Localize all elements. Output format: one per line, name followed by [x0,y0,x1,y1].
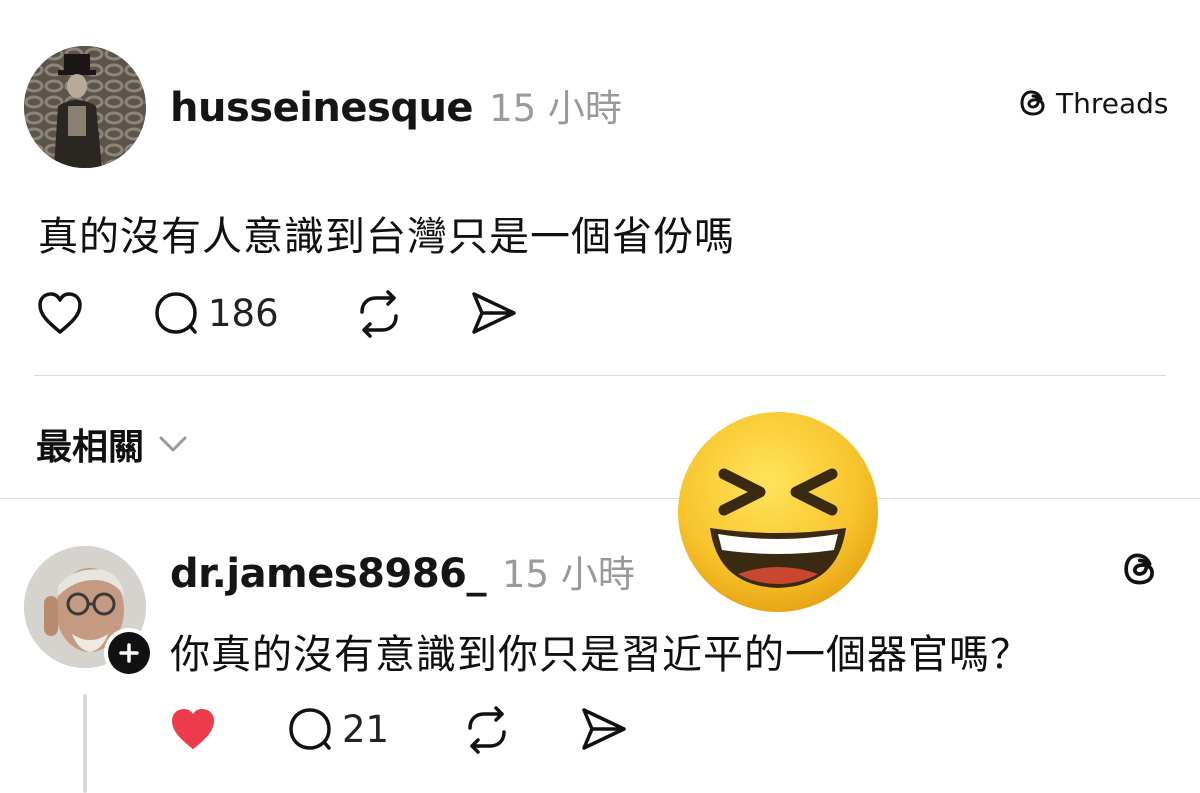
reply-text: 你真的沒有意識到你只是習近平的一個器官嗎？ [170,632,1031,678]
follow-button[interactable] [104,628,154,678]
comment-icon [286,706,334,752]
thread-line [83,694,87,793]
post-text: 真的沒有人意識到台灣只是一個省份嗎 [38,214,735,260]
grinning-squinting-emoji [676,410,880,614]
comment-count: 186 [208,291,279,335]
threads-brand-label: Threads [1056,86,1169,120]
post-divider [34,375,1166,376]
share-button[interactable] [468,290,518,336]
post-avatar-image [24,46,146,168]
reply-share-button[interactable] [578,706,628,752]
like-button[interactable] [36,290,84,336]
reply-comment-button[interactable]: 21 [286,706,389,752]
chevron-down-icon [158,434,188,454]
threads-brand[interactable]: Threads [1018,86,1169,120]
repost-icon [360,290,398,338]
reply-username[interactable]: dr.james8986_ [170,551,487,597]
heart-icon [38,292,82,334]
repost-icon [468,706,506,754]
repost-button[interactable] [354,290,404,338]
comment-icon [152,290,200,336]
sort-label: 最相關 [36,427,145,468]
share-icon [472,292,516,334]
reply-comment-count: 21 [342,707,390,751]
reply-repost-button[interactable] [462,706,512,754]
heart-icon [172,709,214,749]
post-avatar[interactable] [24,46,146,168]
post-username[interactable]: husseinesque [170,85,474,131]
threads-logo-icon [1124,553,1154,585]
sort-dropdown[interactable]: 最相關 [36,418,188,470]
sort-divider [0,498,1200,499]
threads-logo-icon [1018,86,1050,120]
plus-icon [108,632,150,674]
comment-button[interactable]: 186 [152,290,279,336]
reply-threads-icon[interactable] [1120,548,1162,590]
post-timestamp: 15 小時 [489,87,622,130]
reply-timestamp: 15 小時 [502,553,635,596]
share-icon [582,708,626,750]
reply-like-button[interactable] [168,706,218,752]
